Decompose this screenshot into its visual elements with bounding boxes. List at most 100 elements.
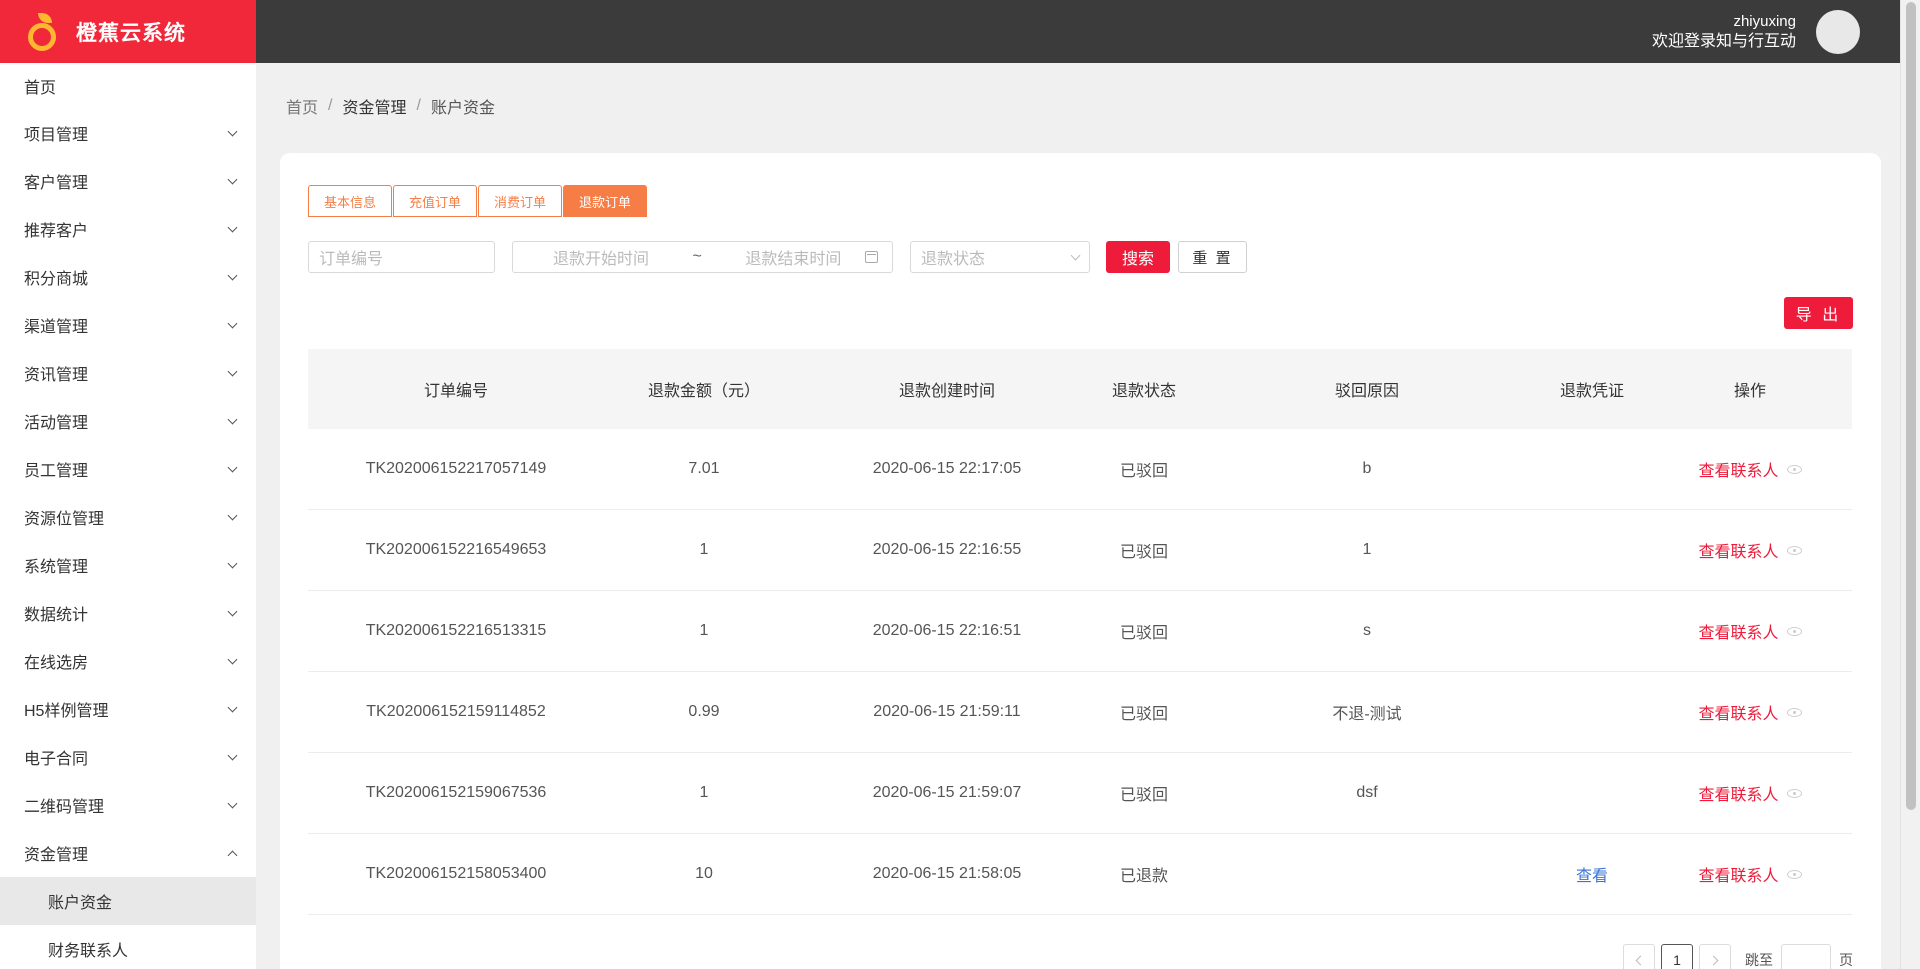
- operation-cell: 查看联系人: [1648, 862, 1852, 886]
- refund-status-select[interactable]: 退款状态: [910, 241, 1090, 273]
- sidebar-item[interactable]: 客户管理: [0, 157, 256, 205]
- chevron-down-icon: [227, 126, 238, 136]
- operation-cell: 查看联系人: [1648, 781, 1852, 805]
- sidebar-item-label: 在线选房: [24, 655, 89, 672]
- jump-page-input[interactable]: [1781, 944, 1831, 969]
- sidebar-item[interactable]: H5样例管理: [0, 685, 256, 733]
- avatar[interactable]: [1816, 9, 1860, 54]
- scrollbar-thumb[interactable]: [1906, 2, 1916, 810]
- chevron-down-icon: [227, 798, 238, 808]
- refund-time-cell: 2020-06-15 22:17:05: [872, 460, 1022, 477]
- sidebar-item-label: 员工管理: [24, 463, 89, 480]
- view-contact-link[interactable]: 查看联系人: [1698, 457, 1778, 481]
- sidebar-item-home[interactable]: 首页: [0, 63, 256, 109]
- end-date-placeholder: 退款结束时间: [745, 251, 842, 268]
- sidebar-subitem-label: 账户资金: [48, 895, 113, 912]
- chevron-down-icon: [227, 366, 238, 376]
- operation-cell: 查看联系人: [1648, 619, 1852, 643]
- reset-button[interactable]: 重 置: [1178, 241, 1247, 273]
- reject-reason-cell: 不退-测试: [1332, 706, 1402, 723]
- start-date-placeholder: 退款开始时间: [553, 251, 650, 268]
- operation-cell: 查看联系人: [1648, 538, 1852, 562]
- sidebar-subitem-finance-contacts[interactable]: 财务联系人: [0, 925, 256, 969]
- user-area[interactable]: zhiyuxing 欢迎登录知与行互动: [1652, 0, 1860, 63]
- sidebar-item-label: 系统管理: [24, 559, 89, 576]
- sidebar-item[interactable]: 系统管理: [0, 541, 256, 589]
- chevron-down-icon: [227, 414, 238, 424]
- prev-page-button[interactable]: [1623, 944, 1655, 969]
- refund-date-range-picker[interactable]: 退款开始时间 ~ 退款结束时间: [512, 241, 893, 273]
- page-scrollbar[interactable]: [1900, 0, 1920, 969]
- next-page-button[interactable]: [1699, 944, 1731, 969]
- view-contact-link[interactable]: 查看联系人: [1698, 538, 1778, 562]
- export-button[interactable]: 导 出: [1784, 297, 1853, 329]
- view-voucher-link[interactable]: 查看: [1576, 868, 1608, 885]
- sidebar-item[interactable]: 资讯管理: [0, 349, 256, 397]
- sidebar-item-label: 客户管理: [24, 175, 89, 192]
- sidebar-item[interactable]: 推荐客户: [0, 205, 256, 253]
- tab-refund-orders[interactable]: 退款订单: [563, 185, 648, 217]
- sidebar-item[interactable]: 电子合同: [0, 733, 256, 781]
- sidebar-item-label: 电子合同: [24, 751, 89, 768]
- tab-basic-info[interactable]: 基本信息: [308, 185, 393, 217]
- sidebar-item[interactable]: 员工管理: [0, 445, 256, 493]
- eye-icon[interactable]: [1786, 545, 1802, 555]
- main-card: 基本信息 充值订单 消费订单 退款订单 订单编号 退款开始时间 ~ 退款结束时间…: [280, 153, 1881, 969]
- breadcrumb-funds[interactable]: 资金管理: [342, 94, 406, 118]
- column-header: 操作: [1733, 383, 1766, 400]
- view-contact-link[interactable]: 查看联系人: [1698, 619, 1778, 643]
- order-number-cell: TK202006152159114852: [366, 703, 546, 720]
- breadcrumb-home[interactable]: 首页: [286, 94, 318, 118]
- view-contact-link[interactable]: 查看联系人: [1698, 700, 1778, 724]
- breadcrumb: 首页 / 资金管理 / 账户资金: [286, 94, 495, 118]
- table-row: TK202006152159067536 1 2020-06-15 21:59:07…: [308, 753, 1852, 834]
- sidebar-item[interactable]: 数据统计: [0, 589, 256, 637]
- refund-status-cell: 已驳回: [1119, 463, 1168, 480]
- refund-amount-cell: 0.99: [688, 703, 720, 720]
- sidebar-item[interactable]: 资源位管理: [0, 493, 256, 541]
- sidebar-item[interactable]: 二维码管理: [0, 781, 256, 829]
- search-button[interactable]: 搜索: [1106, 241, 1170, 273]
- column-header: 退款创建时间: [898, 383, 995, 400]
- sidebar-item-label: 积分商城: [24, 271, 89, 288]
- chevron-down-icon: [227, 318, 238, 328]
- chevron-down-icon: [227, 174, 238, 184]
- sidebar-item-funds[interactable]: 资金管理: [0, 829, 256, 877]
- breadcrumb-current: 账户资金: [430, 100, 495, 117]
- range-separator: ~: [692, 248, 702, 265]
- sidebar-item-label: 二维码管理: [24, 799, 105, 816]
- view-contact-link[interactable]: 查看联系人: [1698, 781, 1778, 805]
- sidebar-item[interactable]: 活动管理: [0, 397, 256, 445]
- order-number-input[interactable]: 订单编号: [308, 241, 495, 273]
- sidebar-item[interactable]: 渠道管理: [0, 301, 256, 349]
- column-header: 退款金额（元）: [647, 383, 760, 400]
- sidebar-item-label: 推荐客户: [24, 223, 89, 240]
- eye-icon[interactable]: [1786, 707, 1802, 717]
- sidebar-item-label: 资讯管理: [24, 367, 89, 384]
- sidebar-subitem-account-funds[interactable]: 账户资金: [0, 877, 256, 925]
- tab-consume-orders[interactable]: 消费订单: [478, 185, 563, 217]
- chevron-down-icon: [227, 558, 238, 568]
- logo-area[interactable]: 橙蕉云系统: [0, 0, 256, 63]
- view-contact-link[interactable]: 查看联系人: [1698, 862, 1778, 886]
- eye-icon[interactable]: [1786, 869, 1802, 879]
- top-header: 橙蕉云系统 zhiyuxing 欢迎登录知与行互动: [0, 0, 1900, 63]
- filter-bar: 订单编号 退款开始时间 ~ 退款结束时间 退款状态 搜索 重 置: [308, 241, 1247, 273]
- sidebar-item[interactable]: 在线选房: [0, 637, 256, 685]
- sidebar-item[interactable]: 积分商城: [0, 253, 256, 301]
- column-header: 订单编号: [423, 383, 488, 400]
- eye-icon[interactable]: [1786, 788, 1802, 798]
- tab-recharge-orders[interactable]: 充值订单: [393, 185, 478, 217]
- order-number-cell: TK202006152158053400: [365, 865, 547, 882]
- sidebar-item-label: 活动管理: [24, 415, 89, 432]
- refund-status-cell: 已驳回: [1119, 706, 1168, 723]
- chevron-down-icon: [227, 654, 238, 664]
- sidebar-item[interactable]: 项目管理: [0, 109, 256, 157]
- reject-reason-cell: dsf: [1356, 784, 1378, 801]
- eye-icon[interactable]: [1786, 626, 1802, 636]
- sidebar-item-label: 渠道管理: [24, 319, 89, 336]
- page-button[interactable]: 1: [1661, 944, 1693, 969]
- eye-icon[interactable]: [1786, 464, 1802, 474]
- table-header: 订单编号 退款金额（元） 退款创建时间 退款状态 驳回原因 退款凭证 操作: [308, 349, 1852, 429]
- column-header: 退款凭证: [1559, 383, 1624, 400]
